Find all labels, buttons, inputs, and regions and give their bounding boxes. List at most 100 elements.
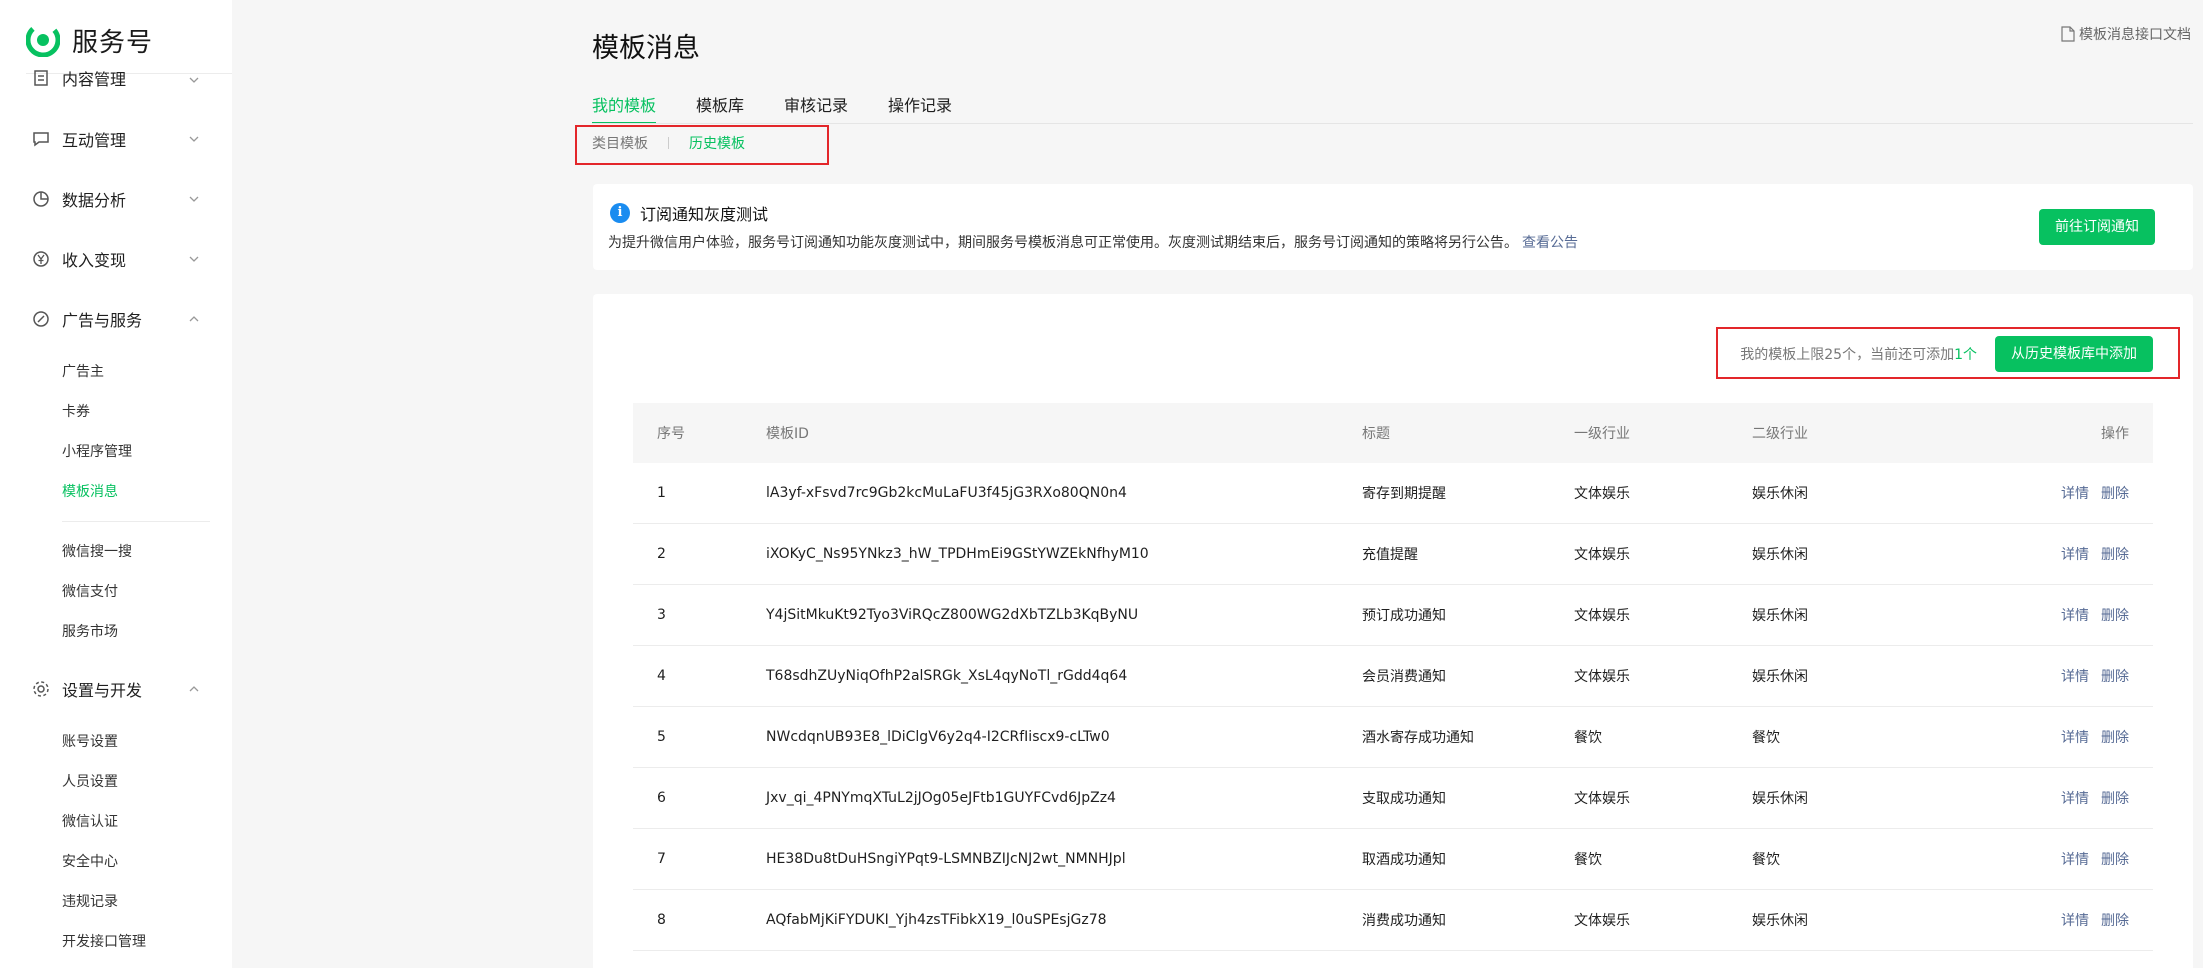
chat-bubble-icon (33, 132, 49, 147)
detail-link[interactable]: 详情 (2061, 852, 2089, 868)
cell-title: 支取成功通知 (1362, 791, 1446, 807)
pie-chart-icon (33, 191, 49, 207)
detail-link[interactable]: 详情 (2061, 608, 2089, 624)
sidebar: 服务号 内容管理 互动管理 数据分析 收入变现 广告与服务 广告主 卡券 小程序… (0, 0, 232, 968)
content-doc-icon (34, 70, 48, 86)
menu-group-label: 收入变现 (62, 251, 127, 270)
notice-card: i 订阅通知灰度测试 为提升微信用户体验，服务号订阅通知功能灰度测试中，期间服务… (593, 184, 2193, 270)
menu-group-label: 广告与服务 (62, 311, 143, 330)
tab-review-records[interactable]: 审核记录 (784, 94, 848, 124)
cell-industry1: 文体娱乐 (1574, 913, 1630, 929)
document-icon (2061, 26, 2075, 42)
cell-title: 寄存到期提醒 (1362, 486, 1446, 502)
brand-name: 服务号 (72, 27, 154, 58)
cell-template-id: Y4jSitMkuKt92Tyo3ViRQcZ800WG2dXbTZLb3KqB… (766, 607, 1139, 623)
delete-link[interactable]: 删除 (2101, 730, 2129, 746)
delete-link[interactable]: 删除 (2101, 852, 2129, 868)
table-row: 4 T68sdhZUyNiqOfhP2alSRGk_XsL4qyNoTl_rGdd… (633, 646, 2153, 707)
table-row: 2 iXOKyC_Ns95YNkz3_hW_TPDHmEi9GStYWZEkNfh… (633, 524, 2153, 585)
cell-no: 5 (657, 729, 666, 745)
goto-subscription-button[interactable]: 前往订阅通知 (2039, 209, 2155, 245)
sidebar-item-account-settings[interactable]: 账号设置 (62, 730, 118, 754)
view-announcement-link[interactable]: 查看公告 (1522, 235, 1578, 251)
cell-industry1: 餐饮 (1574, 730, 1602, 746)
table-header: 序号 模板ID 标题 一级行业 二级行业 操作 (633, 403, 2153, 463)
cell-industry1: 文体娱乐 (1574, 608, 1630, 624)
detail-link[interactable]: 详情 (2061, 486, 2089, 502)
main-tabs: 我的模板 模板库 审核记录 操作记录 (592, 94, 992, 124)
cell-industry2: 娱乐休闲 (1752, 608, 1808, 624)
brand[interactable]: 服务号 (26, 20, 153, 60)
cell-template-id: HE38Du8tDuHSngiYPqt9-LSMNBZIJcNJ2wt_NMNH… (766, 851, 1126, 867)
delete-link[interactable]: 删除 (2101, 486, 2129, 502)
cell-actions: 详情 删除 (2012, 544, 2153, 564)
tab-my-templates[interactable]: 我的模板 (592, 94, 657, 124)
cell-template-id: iXOKyC_Ns95YNkz3_hW_TPDHmEi9GStYWZEkNfhy… (766, 546, 1149, 562)
delete-link[interactable]: 删除 (2101, 791, 2129, 807)
cell-actions: 详情 删除 (2012, 788, 2153, 808)
sidebar-item-member-settings[interactable]: 人员设置 (62, 770, 118, 794)
cell-no: 7 (657, 851, 666, 867)
menu-group-content[interactable]: 内容管理 (32, 60, 200, 96)
sidebar-item-wechat-verify[interactable]: 微信认证 (62, 810, 118, 834)
chevron-up-icon (189, 316, 199, 322)
menu-group-label: 内容管理 (62, 70, 127, 89)
menu-group-interaction[interactable]: 互动管理 (32, 119, 200, 159)
sidebar-item-advertiser[interactable]: 广告主 (62, 360, 104, 384)
cell-no: 2 (657, 546, 666, 562)
cell-industry2: 娱乐休闲 (1752, 791, 1808, 807)
delete-link[interactable]: 删除 (2101, 913, 2129, 929)
sidebar-item-service-market[interactable]: 服务市场 (62, 620, 118, 644)
cell-template-id: Jxv_qi_4PNYmqXTuL2jJOg05eJFtb1GUYFCvd6Jp… (766, 790, 1116, 806)
tab-template-library[interactable]: 模板库 (696, 94, 744, 124)
chevron-down-icon (189, 256, 199, 262)
sidebar-item-violation-records[interactable]: 违规记录 (62, 890, 118, 914)
tab-operation-records[interactable]: 操作记录 (888, 94, 952, 124)
sidebar-item-coupons[interactable]: 卡券 (62, 400, 90, 424)
detail-link[interactable]: 详情 (2061, 791, 2089, 807)
cell-title: 预订成功通知 (1362, 608, 1446, 624)
detail-link[interactable]: 详情 (2061, 669, 2089, 685)
notice-text: 为提升微信用户体验，服务号订阅通知功能灰度测试中，期间服务号模板消息可正常使用。… (608, 235, 1518, 251)
sidebar-item-dev-api[interactable]: 开发接口管理 (62, 930, 146, 954)
col-header-title: 标题 (1362, 426, 1390, 442)
delete-link[interactable]: 删除 (2101, 547, 2129, 563)
cell-industry1: 文体娱乐 (1574, 669, 1630, 685)
cell-template-id: lA3yf-xFsvd7rc9Gb2kcMuLaFU3f45jG3RXo80QN… (766, 485, 1127, 501)
cell-no: 3 (657, 607, 666, 623)
sidebar-item-wechat-search[interactable]: 微信搜一搜 (62, 540, 132, 564)
sidebar-item-security-center[interactable]: 安全中心 (62, 850, 118, 874)
cell-actions: 详情 删除 (2012, 605, 2153, 625)
compass-icon (33, 311, 49, 327)
col-header-actions: 操作 (2101, 426, 2129, 442)
sidebar-item-template-message[interactable]: 模板消息 (62, 480, 118, 504)
notice-header: i 订阅通知灰度测试 (610, 201, 768, 225)
cell-template-id: NWcdqnUB93E8_lDiClgV6y2q4-I2CRfIiscx9-cL… (766, 729, 1110, 745)
menu-group-settings-dev[interactable]: 设置与开发 (32, 669, 200, 709)
col-header-no: 序号 (657, 426, 685, 442)
chevron-down-icon (189, 77, 199, 83)
highlight-box-quota (1716, 327, 2180, 379)
cell-no: 4 (657, 668, 666, 684)
menu-group-ads-services[interactable]: 广告与服务 (32, 299, 200, 339)
cell-title: 充值提醒 (1362, 547, 1418, 563)
gear-icon (33, 681, 49, 697)
detail-link[interactable]: 详情 (2061, 913, 2089, 929)
cell-actions: 详情 删除 (2012, 910, 2153, 930)
menu-group-label: 设置与开发 (62, 681, 143, 700)
delete-link[interactable]: 删除 (2101, 608, 2129, 624)
col-header-industry1: 一级行业 (1574, 426, 1630, 442)
sidebar-item-wechat-pay[interactable]: 微信支付 (62, 580, 118, 604)
detail-link[interactable]: 详情 (2061, 547, 2089, 563)
menu-group-monetization[interactable]: 收入变现 (32, 239, 200, 279)
detail-link[interactable]: 详情 (2061, 730, 2089, 746)
api-doc-link-label: 模板消息接口文档 (2079, 27, 2191, 43)
templates-table: 序号 模板ID 标题 一级行业 二级行业 操作 1 lA3yf-xFsvd7rc9… (633, 403, 2153, 951)
delete-link[interactable]: 删除 (2101, 669, 2129, 685)
api-doc-link[interactable]: 模板消息接口文档 (2061, 24, 2191, 44)
cell-template-id: AQfabMjKiFYDUKI_Yjh4zsTFibkX19_l0uSPEsjG… (766, 912, 1107, 928)
chevron-up-icon (189, 686, 199, 692)
sidebar-item-miniprogram[interactable]: 小程序管理 (62, 440, 132, 464)
cell-industry2: 娱乐休闲 (1752, 913, 1808, 929)
menu-group-analytics[interactable]: 数据分析 (32, 179, 200, 219)
